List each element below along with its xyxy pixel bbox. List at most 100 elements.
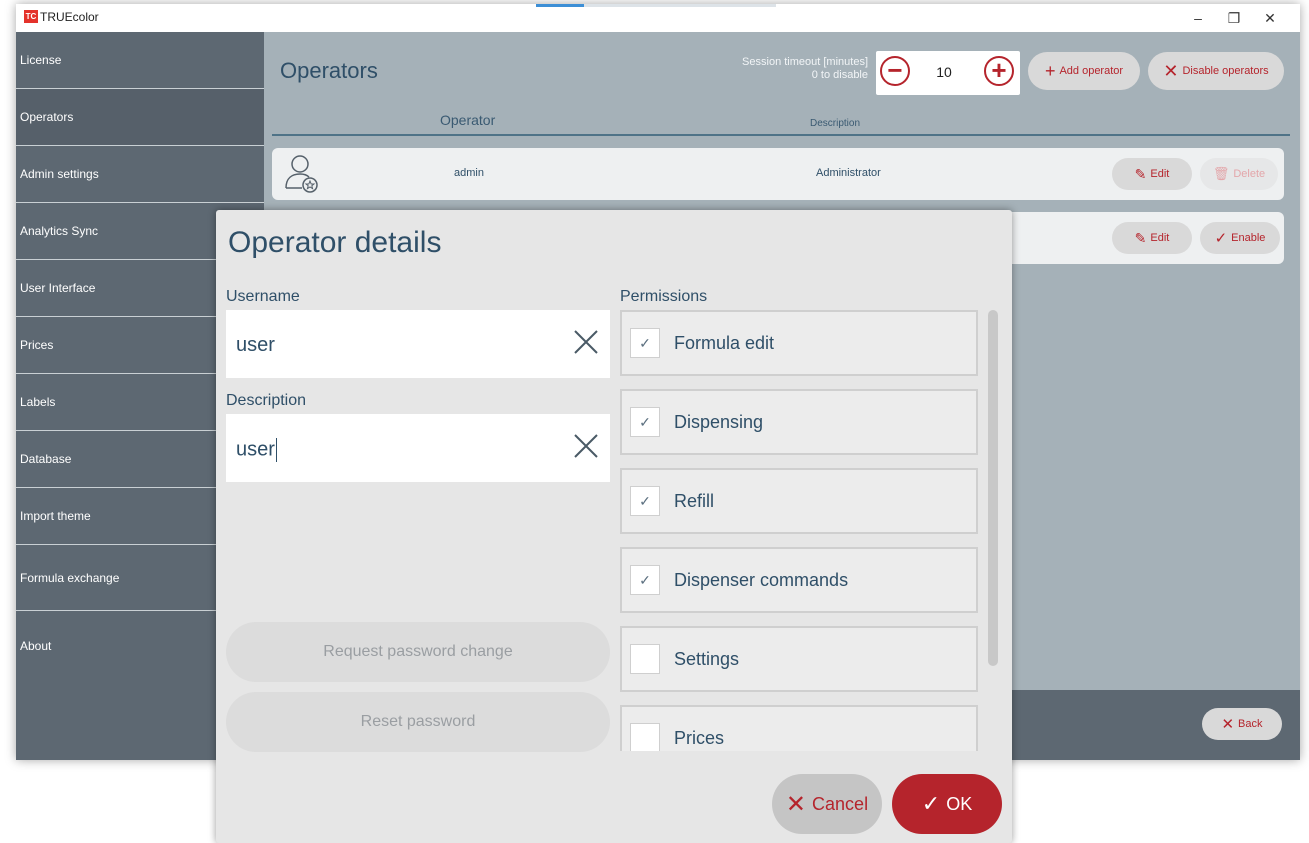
sidebar-item-label: Admin settings [20, 167, 99, 181]
title-bar: TC TRUEcolor – ❐ ✕ [16, 4, 1300, 32]
clear-username-icon[interactable] [572, 328, 600, 356]
enable-label: Enable [1231, 232, 1266, 244]
increment-button[interactable]: + [984, 56, 1014, 86]
permission-settings[interactable]: Settings [620, 626, 978, 692]
sidebar-item-label: Import theme [20, 509, 91, 523]
add-operator-label: Add operator [1059, 65, 1124, 77]
page-title: Operators [280, 58, 378, 83]
sidebar-item-license[interactable]: License [16, 32, 264, 89]
header-divider [272, 134, 1290, 136]
sidebar-item-label: License [20, 53, 62, 67]
operator-name: admin [454, 167, 484, 179]
checkbox-icon[interactable] [630, 644, 660, 674]
username-value: user [236, 334, 275, 356]
sidebar-item-label: Database [20, 452, 72, 466]
edit-label: Edit [1150, 232, 1170, 244]
ok-label: OK [946, 793, 973, 814]
permission-label: Dispensing [674, 412, 764, 432]
plus-icon: + [1044, 60, 1056, 81]
permission-label: Refill [674, 491, 715, 511]
sidebar-item-label: Labels [20, 395, 56, 409]
username-field[interactable]: user [226, 310, 610, 378]
ok-button[interactable]: ✓ OK [892, 774, 1002, 834]
enable-button[interactable]: ✓ Enable [1200, 222, 1280, 254]
cancel-label: Cancel [812, 793, 869, 814]
permission-refill[interactable]: ✓ Refill [620, 468, 978, 534]
title-progress-fill [536, 4, 584, 7]
checkbox-icon[interactable]: ✓ [630, 407, 660, 437]
request-password-change-button[interactable]: Request password change [226, 622, 610, 682]
permissions-label: Permissions [620, 288, 708, 305]
disable-operators-button[interactable]: ✕ Disable operators [1148, 52, 1284, 90]
session-timeout-label-line1: Session timeout [minutes] [742, 56, 868, 68]
description-field[interactable]: user [226, 414, 610, 482]
sidebar-item-label: User Interface [20, 281, 96, 295]
admin-user-icon [285, 155, 318, 193]
delete-button: 🗑 Delete [1200, 158, 1278, 190]
close-window-button[interactable]: ✕ [1252, 8, 1288, 28]
checkbox-icon[interactable]: ✓ [630, 328, 660, 358]
delete-label: Delete [1233, 168, 1266, 180]
plus-icon: + [991, 55, 1007, 85]
pencil-icon: ✎ [1134, 229, 1147, 246]
check-icon: ✓ [921, 791, 941, 816]
restore-button[interactable]: ❐ [1216, 8, 1252, 28]
clear-description-icon[interactable] [572, 432, 600, 460]
checkbox-icon[interactable]: ✓ [630, 486, 660, 516]
permissions-scrollbar[interactable] [988, 310, 998, 666]
edit-button[interactable]: ✎ Edit [1112, 222, 1192, 254]
pencil-icon: ✎ [1134, 165, 1147, 182]
session-timeout-stepper: − 10 + [876, 51, 1020, 95]
column-header-description: Description [810, 118, 861, 129]
operator-row[interactable]: admin Administrator ✎ Edit 🗑 Delete [272, 148, 1284, 200]
permission-label: Prices [674, 728, 725, 748]
reset-password-button[interactable]: Reset password [226, 692, 610, 752]
permissions-list: ✓ Formula edit ✓ Dispensing ✓ Refill ✓ D… [620, 310, 980, 751]
decrement-button[interactable]: − [880, 56, 910, 86]
title-progress-track [536, 4, 776, 7]
add-operator-button[interactable]: + Add operator [1028, 52, 1140, 90]
permission-prices[interactable]: Prices [620, 705, 978, 751]
description-input: user [236, 438, 277, 462]
sidebar-item-label: Prices [20, 338, 54, 352]
sidebar-item-label: Analytics Sync [20, 224, 99, 238]
session-timeout-input[interactable]: 10 [924, 59, 964, 85]
checkbox-icon[interactable] [630, 723, 660, 751]
permission-label: Settings [674, 649, 740, 669]
back-label: Back [1238, 718, 1263, 730]
permission-dispensing[interactable]: ✓ Dispensing [620, 389, 978, 455]
sidebar-item-operators[interactable]: Operators [16, 89, 264, 146]
sidebar-item-label: Operators [20, 110, 74, 124]
minus-icon: − [887, 55, 903, 85]
operator-description: Administrator [816, 167, 881, 179]
permission-dispenser-commands[interactable]: ✓ Dispenser commands [620, 547, 978, 613]
permission-label: Formula edit [674, 333, 775, 353]
column-header-operator: Operator [440, 112, 496, 128]
edit-button[interactable]: ✎ Edit [1112, 158, 1192, 190]
back-button[interactable]: ✕ Back [1202, 708, 1282, 740]
dialog-title: Operator details [228, 226, 442, 259]
text-caret [275, 438, 277, 462]
description-value: user [236, 438, 275, 461]
close-icon: ✕ [785, 790, 807, 818]
session-timeout-label: Session timeout [minutes] 0 to disable [656, 56, 868, 82]
check-icon: ✓ [1214, 230, 1228, 247]
disable-operators-label: Disable operators [1182, 65, 1269, 77]
session-timeout-label-line2: 0 to disable [811, 69, 868, 81]
cancel-button[interactable]: ✕ Cancel [772, 774, 882, 834]
close-icon: ✕ [1163, 60, 1179, 81]
close-icon: ✕ [1221, 716, 1235, 733]
app-logo: TC [24, 10, 38, 23]
app-title: TRUEcolor [40, 10, 99, 24]
operator-details-dialog: Operator details Username user Descripti… [216, 210, 1012, 843]
checkbox-icon[interactable]: ✓ [630, 565, 660, 595]
edit-label: Edit [1150, 168, 1170, 180]
description-label: Description [226, 392, 307, 409]
minimize-button[interactable]: – [1180, 8, 1216, 28]
sidebar-item-admin-settings[interactable]: Admin settings [16, 146, 264, 203]
permission-formula-edit[interactable]: ✓ Formula edit [620, 310, 978, 376]
trash-icon: 🗑 [1212, 166, 1230, 181]
username-label: Username [226, 288, 300, 305]
sidebar-item-label: About [20, 639, 52, 653]
permission-label: Dispenser commands [674, 570, 849, 590]
